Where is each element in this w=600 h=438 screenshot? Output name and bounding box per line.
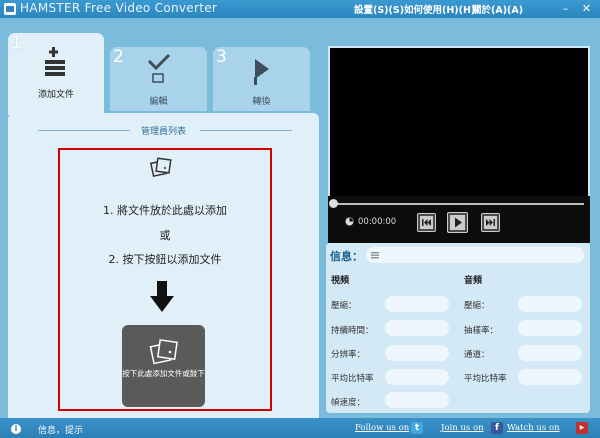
rewind-button[interactable] (417, 213, 436, 232)
tab-number: 3 (216, 47, 227, 67)
video-framerate-label: 幀速度： (331, 398, 366, 408)
edit-icon (147, 53, 171, 83)
button-instruction: 2. 按下按鈕以添加文件 (108, 253, 222, 266)
video-bitrate-field (385, 369, 449, 385)
audio-compression-label: 壓縮： (464, 301, 490, 311)
close-button[interactable]: ✕ (579, 1, 594, 16)
arrow-down-icon (150, 281, 174, 312)
add-file-button[interactable]: 按下此處添加文件或鼓下 (122, 325, 205, 407)
video-resolution-field (385, 345, 449, 361)
follow-link[interactable]: Follow us on (355, 423, 409, 433)
audio-channels-label: 通道： (464, 350, 490, 360)
play-icon (448, 213, 467, 232)
twitter-icon[interactable]: t (411, 422, 423, 434)
convert-icon (254, 59, 269, 85)
app-logo-icon (4, 3, 16, 15)
rewind-icon (418, 214, 435, 231)
app-window: HAMSTER Free Video Converter 設置(S)(S) 如何… (0, 0, 600, 438)
seek-bar[interactable] (332, 203, 584, 205)
tab-label: 轉換 (252, 97, 271, 107)
video-bitrate-label: 平均比特率 (331, 374, 374, 384)
tab-add-file[interactable]: 1 添加文件 (8, 33, 104, 115)
files-icon (149, 339, 178, 365)
tab-label: 編輯 (149, 97, 168, 107)
video-compression-field (385, 296, 449, 312)
clock-icon (345, 217, 354, 226)
audio-samplerate-label: 抽樣率： (464, 326, 499, 336)
or-text: 或 (159, 229, 171, 242)
menu-how-to-use[interactable]: 如何使用(H)(H) (404, 2, 475, 16)
info-icon: i (11, 424, 21, 434)
audio-heading: 音頻 (464, 276, 483, 286)
file-list-title: 管理員列表 (140, 127, 186, 137)
watch-link[interactable]: Watch us on (507, 423, 560, 433)
audio-channels-field (518, 345, 582, 361)
tab-number: 2 (113, 47, 124, 67)
youtube-icon[interactable]: ▶ (576, 422, 588, 434)
add-file-button-label: 按下此處添加文件或鼓下 (122, 369, 205, 378)
tab-convert[interactable]: 3 轉換 (213, 47, 310, 111)
status-text: 信息，提示 (38, 426, 84, 436)
menu-about[interactable]: 關於(A)(A) (472, 2, 523, 16)
tab-edit[interactable]: 2 編輯 (110, 47, 207, 111)
audio-bitrate-field (518, 369, 582, 385)
video-heading: 視頻 (331, 276, 350, 286)
facebook-icon[interactable]: f (491, 422, 503, 434)
join-link[interactable]: Join us on (441, 423, 484, 433)
audio-compression-field (518, 296, 582, 312)
tab-label: 添加文件 (37, 90, 74, 100)
drop-instruction: 1. 將文件放於此處以添加 (103, 204, 227, 217)
add-file-icon (45, 47, 65, 76)
audio-samplerate-field (518, 320, 582, 336)
seek-handle[interactable] (329, 199, 338, 208)
video-duration-field (385, 320, 449, 336)
app-title: HAMSTER Free Video Converter (20, 1, 218, 15)
forward-button[interactable] (481, 213, 500, 232)
audio-bitrate-label: 平均比特率 (464, 374, 507, 384)
info-field (366, 247, 584, 263)
play-button[interactable] (447, 212, 468, 233)
playback-time: 00:00:00 (358, 217, 397, 227)
tab-number: 1 (11, 33, 22, 53)
files-icon (150, 157, 172, 177)
video-framerate-field (385, 392, 449, 408)
list-icon (371, 252, 379, 259)
info-label: 信息： (330, 250, 363, 263)
forward-icon (482, 214, 499, 231)
minimize-button[interactable]: – (558, 1, 573, 16)
menu-settings[interactable]: 設置(S)(S) (354, 2, 404, 16)
video-duration-label: 持續時間： (331, 326, 374, 336)
video-compression-label: 壓縮： (331, 301, 357, 311)
video-resolution-label: 分辨率： (331, 350, 366, 360)
